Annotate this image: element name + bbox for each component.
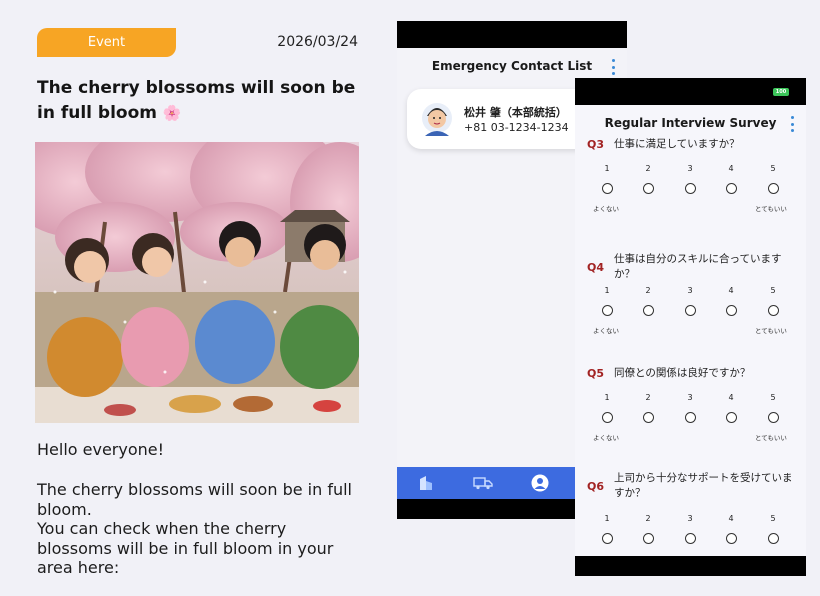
radio-option-4[interactable] <box>726 305 737 316</box>
scale-label: 3 <box>687 514 693 523</box>
scale-label: 3 <box>687 164 693 173</box>
question-number: Q6 <box>587 480 605 493</box>
scale-high-label: とてもいい <box>755 327 787 335</box>
scale-high-label: とてもいい <box>755 434 787 442</box>
radio-option-3[interactable] <box>685 533 696 544</box>
question-number: Q3 <box>587 138 605 151</box>
cherry-blossom-picnic-photo <box>35 142 359 423</box>
scale-label: 4 <box>728 393 734 402</box>
screen-title: Regular Interview Survey <box>604 116 777 130</box>
radio-option-3[interactable] <box>685 183 696 194</box>
radio-option-4[interactable] <box>726 533 737 544</box>
kebab-menu-icon[interactable] <box>608 59 618 75</box>
scale-label: 4 <box>728 514 734 523</box>
contact-name: 松井 肇（本部統括） <box>464 106 567 119</box>
status-bar: 100 <box>575 78 806 105</box>
man-avatar-icon <box>422 103 452 136</box>
radio-option-2[interactable] <box>643 412 654 423</box>
person-icon[interactable] <box>529 473 551 493</box>
radio-option-4[interactable] <box>726 412 737 423</box>
radio-option-2[interactable] <box>643 183 654 194</box>
radio-option-2[interactable] <box>643 305 654 316</box>
contact-phone: +81 03-1234-1234 <box>464 121 569 134</box>
article-title: The cherry blossoms will soon be in full… <box>37 76 357 126</box>
scale-label: 2 <box>645 286 651 295</box>
question-text: 仕事は自分のスキルに合っていますか？ <box>614 253 782 280</box>
scale-label: 1 <box>604 286 610 295</box>
scale-low-label: よくない <box>593 434 619 442</box>
scale-label: 1 <box>604 164 610 173</box>
question-text: 仕事に満足していますか？ <box>614 138 740 150</box>
scale-label: 3 <box>687 286 693 295</box>
kebab-menu-icon[interactable] <box>787 116 797 132</box>
interview-survey-screen: 100 Regular Interview Survey Q3 仕事に満足してい… <box>575 78 806 576</box>
radio-option-4[interactable] <box>726 183 737 194</box>
question-number: Q5 <box>587 367 605 380</box>
scale-label: 4 <box>728 286 734 295</box>
radio-option-1[interactable] <box>602 183 613 194</box>
radio-option-5[interactable] <box>768 412 779 423</box>
status-bar <box>397 21 627 48</box>
screen-title: Emergency Contact List <box>431 59 593 73</box>
scale-low-label: よくない <box>593 327 619 335</box>
scale-label: 1 <box>604 393 610 402</box>
scale-label: 3 <box>687 393 693 402</box>
survey-header: Regular Interview Survey <box>575 105 806 141</box>
question-text: 同僚との関係は良好ですか？ <box>614 367 751 379</box>
radio-option-5[interactable] <box>768 305 779 316</box>
building-icon[interactable] <box>415 473 437 493</box>
battery-icon: 100 <box>773 88 789 96</box>
radio-option-1[interactable] <box>602 533 613 544</box>
post-date: 2026/03/24 <box>277 34 358 50</box>
greeting-text: Hello everyone! <box>37 440 165 459</box>
scale-high-label: とてもいい <box>755 205 787 213</box>
question-text: 上司から十分なサポートを受けていますか？ <box>614 472 793 499</box>
scale-label: 4 <box>728 164 734 173</box>
radio-option-2[interactable] <box>643 533 654 544</box>
article-title-text: The cherry blossoms will soon be in full… <box>37 78 356 123</box>
scale-label: 5 <box>770 393 776 402</box>
scale-label: 2 <box>645 164 651 173</box>
radio-option-1[interactable] <box>602 305 613 316</box>
home-indicator-bar <box>575 556 806 576</box>
scale-label: 5 <box>770 286 776 295</box>
article-paragraph: You can check when the cherry blossoms w… <box>37 519 334 577</box>
radio-option-3[interactable] <box>685 412 696 423</box>
scale-label: 1 <box>604 514 610 523</box>
article-paragraph: The cherry blossoms will soon be in full… <box>37 480 352 519</box>
scale-label: 5 <box>770 164 776 173</box>
event-badge: Event <box>37 28 176 57</box>
radio-option-5[interactable] <box>768 533 779 544</box>
radio-option-1[interactable] <box>602 412 613 423</box>
radio-option-3[interactable] <box>685 305 696 316</box>
scale-low-label: よくない <box>593 205 619 213</box>
scale-label: 5 <box>770 514 776 523</box>
truck-icon[interactable] <box>472 473 494 493</box>
question-number: Q4 <box>587 261 605 274</box>
radio-option-5[interactable] <box>768 183 779 194</box>
scale-label: 2 <box>645 393 651 402</box>
scale-label: 2 <box>645 514 651 523</box>
cherry-blossom-emoji: 🌸 <box>162 104 182 122</box>
article-body: The cherry blossoms will soon be in full… <box>37 480 357 578</box>
